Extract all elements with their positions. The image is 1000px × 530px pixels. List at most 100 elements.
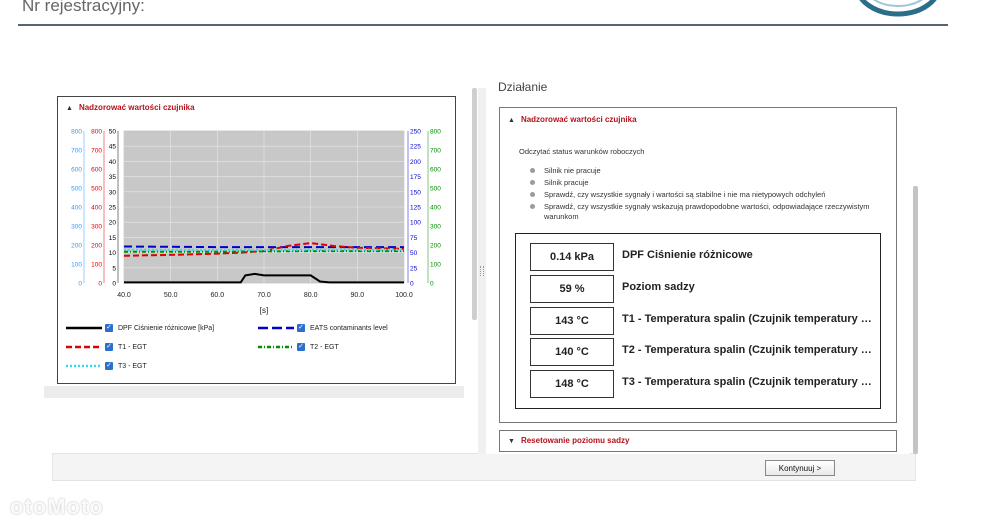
y-tick-label: 5 [112,265,116,272]
value-field: 0.14 kPa [530,243,614,271]
collapse-icon[interactable]: ▲ [66,105,73,112]
y-tick-label: 175 [410,174,421,181]
legend-swatch-t1 [66,345,102,349]
x-tick-label: 60.0 [211,292,225,299]
y-tick-label: 800 [430,129,441,136]
panel-splitter[interactable] [478,88,486,454]
value-label: DPF Ciśnienie różnicowe [622,249,753,261]
y-tick-label: 150 [410,189,421,196]
values-section-header[interactable]: ▲ Nadzorować wartości czujnika [508,115,637,124]
checkbox-icon[interactable]: ✓ [297,324,305,332]
y-tick-label: 75 [410,235,418,242]
y-tick-label: 700 [430,148,441,155]
y-tick-label: 200 [410,159,421,166]
brand-logo [859,0,937,17]
y-tick-label: 25 [109,205,117,212]
y-tick-label: 400 [71,205,82,212]
y-tick-label: 700 [91,148,102,155]
action-heading: Działanie [498,80,548,94]
list-item: Silnik nie pracuje [530,166,880,176]
value-field: 140 °C [530,338,614,366]
reset-section-header[interactable]: ▼ Resetowanie poziomu sadzy [508,436,629,445]
legend-label: T2 - EGT [310,343,339,351]
y-tick-label: 600 [91,167,102,174]
x-tick-label: 50.0 [164,292,178,299]
y-tick-label: 100 [430,262,441,269]
collapse-icon[interactable]: ▲ [508,117,515,124]
y-tick-label: 400 [91,205,102,212]
y-tick-label: 500 [71,186,82,193]
checkbox-icon[interactable]: ✓ [105,324,113,332]
y-tick-label: 125 [410,205,421,212]
y-tick-label: 40 [109,159,117,166]
y-tick-label: 700 [71,148,82,155]
splitter-grip-icon [480,266,484,276]
value-field: 148 °C [530,370,614,398]
value-field: 143 °C [530,307,614,335]
legend-label: DPF Ciśnienie różnicowe [kPa] [118,324,215,332]
y-tick-label: 400 [430,205,441,212]
value-label: T3 - Temperatura spalin (Czujnik tempera… [622,376,874,388]
right-vertical-scrollbar[interactable] [913,186,918,454]
y-tick-label: 300 [91,224,102,231]
y-tick-label: 200 [91,243,102,250]
legend-t3[interactable]: ✓ T3 - EGT [66,361,147,371]
list-item: Sprawdź, czy wszystkie sygnały i wartośc… [530,190,880,200]
y-tick-label: 500 [430,186,441,193]
list-item: Sprawdź, czy wszystkie sygnały wskazują … [530,202,880,222]
reset-soot-section[interactable]: ▼ Resetowanie poziomu sadzy [499,430,897,452]
legend-swatch-dpf [66,326,102,330]
x-axis-label: [s] [260,306,268,315]
sensor-line-chart: 40.0 50.0 60.0 70.0 80.0 90.0 100.0 [s] 800 700 60… [71,129,441,316]
y-tick-label: 225 [410,144,421,151]
value-row-t1: 143 °C T1 - Temperatura spalin (Czujnik … [530,307,875,335]
y-tick-label: 100 [71,262,82,269]
y-tick-label: 600 [71,167,82,174]
checkbox-icon[interactable]: ✓ [297,343,305,351]
status-list: Silnik nie pracuje Silnik pracuje Sprawd… [530,166,880,224]
y-tick-label: 0 [78,281,82,288]
values-section-title: Nadzorować wartości czujnika [520,115,637,124]
y-tick-label: 50 [410,250,418,257]
sensor-values-box: 0.14 kPa DPF Ciśnienie różnicowe 59 % Po… [515,233,881,409]
legend-t2[interactable]: ✓ T2 - EGT [258,342,339,352]
expand-icon[interactable]: ▼ [508,438,515,445]
y-tick-label: 45 [109,144,117,151]
y-tick-label: 800 [71,129,82,136]
y-tick-label: 200 [430,243,441,250]
legend-label: EATS contaminants level [310,324,388,332]
y-tick-label: 20 [109,220,117,227]
legend-eats[interactable]: ✓ EATS contaminants level [258,323,388,333]
chart-legend: ✓ DPF Ciśnienie różnicowe [kPa] ✓ EATS c… [58,319,455,379]
value-label: T2 - Temperatura spalin (Czujnik tempera… [622,344,874,356]
y-tick-label: 10 [109,250,117,257]
legend-swatch-t3 [66,364,102,368]
list-item: Silnik pracuje [530,178,880,188]
checkbox-icon[interactable]: ✓ [105,362,113,370]
legend-swatch-t2 [258,345,294,349]
value-row-soot: 59 % Poziom sadzy [530,275,875,303]
checkbox-icon[interactable]: ✓ [105,343,113,351]
value-row-t3: 148 °C T3 - Temperatura spalin (Czujnik … [530,370,875,398]
y-tick-label: 0 [98,281,102,288]
left-vertical-scrollbar[interactable] [472,88,477,320]
chart-section-header[interactable]: ▲ Nadzorować wartości czujnika [66,103,195,112]
y-tick-label: 0 [430,281,434,288]
sensor-chart-card: ▲ Nadzorować wartości czujnika 40.0 50.0 60… [57,96,456,384]
legend-label: T1 - EGT [118,343,147,351]
y-tick-label: 250 [410,129,421,136]
continue-button[interactable]: Kontynuuj > [765,460,835,476]
y-tick-label: 50 [109,129,117,136]
left-horizontal-scrollbar[interactable] [44,386,464,398]
y-tick-label: 600 [430,167,441,174]
legend-dpf[interactable]: ✓ DPF Ciśnienie różnicowe [kPa] [66,323,214,333]
y-tick-label: 300 [430,224,441,231]
y-tick-label: 0 [410,281,414,288]
value-field: 59 % [530,275,614,303]
y-tick-label: 35 [109,174,117,181]
legend-t1[interactable]: ✓ T1 - EGT [66,342,147,352]
reset-section-title: Resetowanie poziomu sadzy [520,436,630,445]
x-tick-label: 70.0 [257,292,271,299]
watermark-logo: otoMoto [10,494,104,519]
page-title: Nr rejestracyjny: [22,0,145,15]
